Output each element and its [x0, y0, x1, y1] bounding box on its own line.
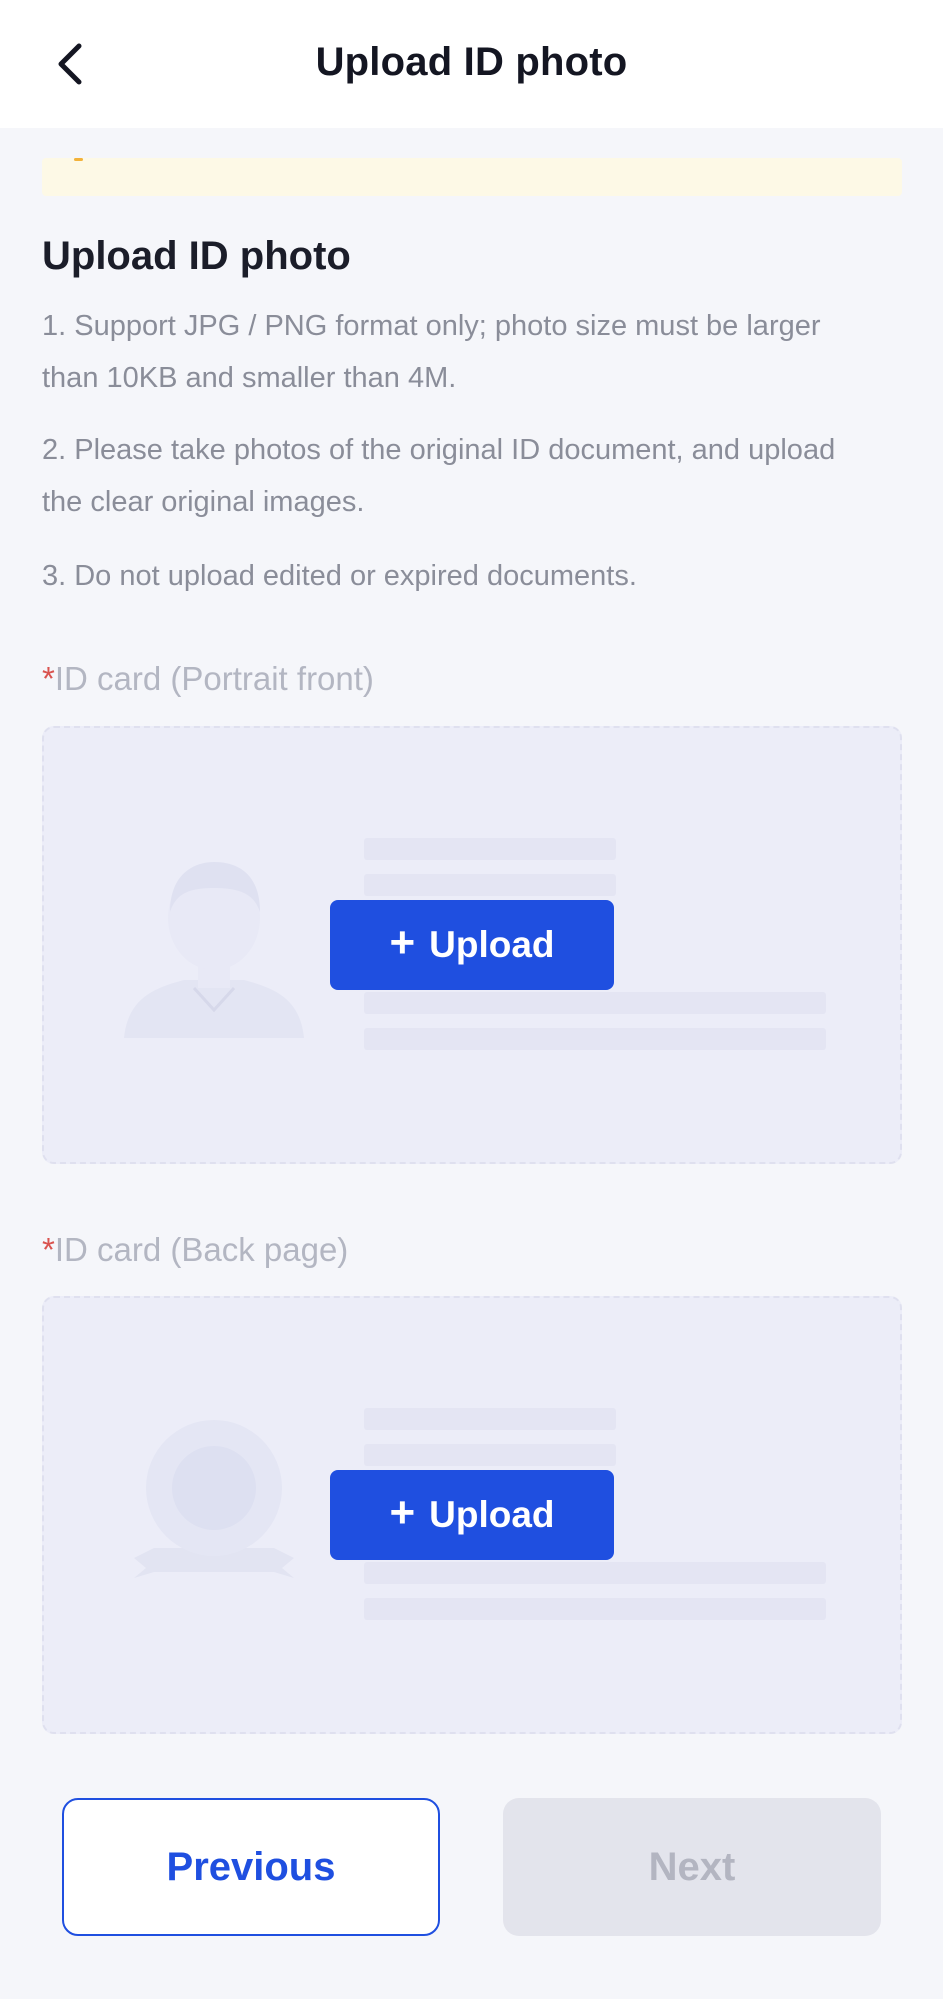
next-button[interactable]: Next — [503, 1798, 881, 1936]
portrait-placeholder-icon — [124, 862, 304, 1038]
field-label-id-front: *ID card (Portrait front) — [42, 660, 374, 698]
field-label-text: ID card (Portrait front) — [54, 660, 374, 697]
upload-button-id-back[interactable]: + Upload — [330, 1470, 614, 1560]
placeholder-line — [364, 1028, 826, 1050]
placeholder-line — [364, 1408, 616, 1430]
upload-area-id-back[interactable]: + Upload — [42, 1296, 902, 1734]
required-mark: * — [42, 660, 55, 697]
upload-button-label: Upload — [429, 1494, 555, 1535]
field-label-id-back: *ID card (Back page) — [42, 1231, 348, 1269]
placeholder-line — [364, 1598, 826, 1620]
notice-bar — [42, 158, 902, 196]
placeholder-line — [364, 992, 826, 1014]
previous-button[interactable]: Previous — [62, 1798, 440, 1936]
placeholder-line — [364, 874, 616, 896]
placeholder-line — [364, 1444, 616, 1466]
page-title: Upload ID photo — [315, 40, 628, 84]
upload-rule-3: 3. Do not upload edited or expired docum… — [42, 560, 637, 592]
emblem-placeholder-icon — [134, 1420, 294, 1578]
required-mark: * — [42, 1231, 55, 1268]
section-title: Upload ID photo — [42, 234, 351, 278]
upload-button-label: Upload — [429, 924, 555, 965]
placeholder-line — [364, 838, 616, 860]
upload-button-id-front[interactable]: + Upload — [330, 900, 614, 990]
notice-accent-mark — [74, 158, 83, 161]
placeholder-line — [364, 1562, 826, 1584]
top-app-bar: Upload ID photo — [0, 0, 943, 128]
upload-rule-2: 2. Please take photos of the original ID… — [42, 434, 836, 518]
plus-icon: + — [389, 1488, 416, 1537]
field-label-text: ID card (Back page) — [54, 1231, 349, 1268]
upload-rule-1: 1. Support JPG / PNG format only; photo … — [42, 310, 821, 394]
plus-icon: + — [389, 918, 416, 967]
upload-area-id-front[interactable]: + Upload — [42, 726, 902, 1164]
